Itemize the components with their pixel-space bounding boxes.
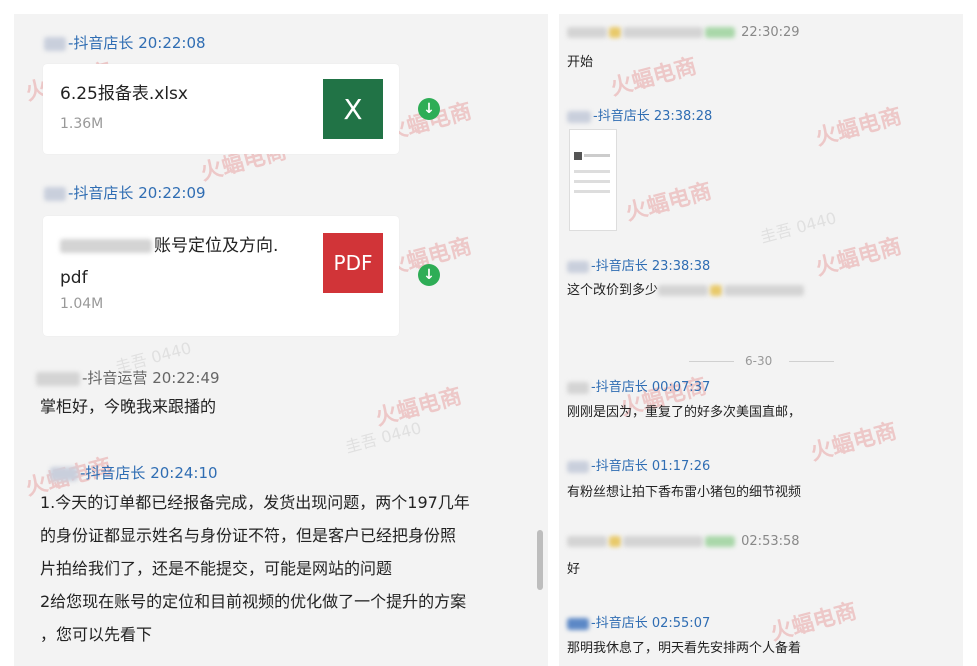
date-label: 6-30 (745, 354, 773, 368)
message-time: 00:07:37 (651, 380, 711, 395)
sender-name: -抖音店长 (593, 109, 650, 124)
message-time: 22:30:29 (741, 25, 800, 40)
message-header: 02:53:58 (567, 534, 800, 549)
sender-name: -抖音店长 (68, 184, 134, 202)
date-divider: 6-30 (689, 354, 839, 368)
file-name: 账号定位及方向. (60, 232, 278, 260)
download-icon[interactable]: ↓ (418, 98, 440, 120)
message-line: 1.今天的订单都已经报备完成，发货出现问题，两个197几年 (40, 493, 470, 512)
message-text: 刚刚是因为，重复了的好多次美国直邮， (567, 405, 802, 420)
sender-name: -抖音店长 (591, 616, 648, 631)
message-header: -抖音店长 23:38:28 (567, 105, 712, 124)
message-text: 开始 (567, 55, 594, 70)
watermark: 火蝠电商 (812, 103, 905, 151)
watermark: 火蝠电商 (812, 233, 905, 281)
message-line: ，您可以先看下 (40, 625, 153, 644)
message-time: 20:22:49 (152, 369, 220, 387)
sender-name: -抖音运营 (82, 369, 148, 387)
right-chat-panel: 火蝠电商 火蝠电商 火蝠电商 火蝠电商 火蝠电商 火蝠电商 火蝠电商 圭吾 04… (559, 14, 963, 666)
message-text: 这个改价到多少 (567, 279, 806, 298)
message-time: 02:55:07 (651, 616, 711, 631)
avatar (44, 186, 66, 201)
message-header: -抖音店长 20:24:10 (50, 462, 218, 483)
scrollbar[interactable] (537, 530, 543, 590)
message-time: 02:53:58 (741, 534, 800, 549)
message-header: -抖音店长 20:22:09 (44, 182, 206, 203)
message-header: -抖音店长 23:38:38 (567, 255, 710, 274)
message-header: -抖音店长 02:55:07 (567, 612, 710, 631)
sender-name: -抖音店长 (68, 34, 134, 52)
message-header: -抖音店长 20:22:08 (44, 32, 206, 53)
message-header: -抖音店长 00:07:37 (567, 376, 710, 395)
watermark: 火蝠电商 (372, 383, 465, 431)
message-time: 20:22:08 (138, 34, 206, 52)
left-chat-panel: 火蝠电商 火蝠电商 火蝠电商 火蝠电商 火蝠电商 火蝠电商 火蝠电商 圭吾 04… (14, 14, 548, 666)
file-size: 1.04M (60, 296, 104, 312)
message-text: 那明我休息了，明天看先安排两个人备着 (567, 641, 802, 656)
message-line: 片拍给我们了，还是不能提交，可能是网站的问题 (40, 559, 393, 578)
message-header: -抖音运营 20:22:49 (36, 367, 220, 388)
watermark: 圭吾 0440 (343, 418, 424, 457)
message-text: 好 (567, 562, 581, 577)
message-body: 1.今天的订单都已经报备完成，发货出现问题，两个197几年 的身份证都显示姓名与… (40, 486, 470, 651)
file-card-pdf[interactable]: 账号定位及方向. pdf 1.04M PDF (43, 216, 399, 336)
message-time: 23:38:28 (653, 109, 713, 124)
sender-name: -抖音店长 (591, 380, 648, 395)
avatar (50, 466, 78, 481)
watermark: 圭吾 0440 (758, 208, 839, 247)
message-text: 掌柜好，今晚我来跟播的 (40, 397, 217, 416)
message-time: 23:38:38 (651, 259, 711, 274)
message-time: 20:24:10 (150, 464, 218, 482)
message-time: 20:22:09 (138, 184, 206, 202)
watermark: 火蝠电商 (607, 53, 700, 101)
file-card-xlsx[interactable]: 6.25报备表.xlsx 1.36M X (43, 64, 399, 154)
download-icon[interactable]: ↓ (418, 264, 440, 286)
image-thumbnail[interactable] (569, 129, 617, 231)
message-text: 有粉丝想让拍下香布雷小猪包的细节视频 (567, 485, 802, 500)
message-line: 的身份证都显示姓名与身份证不符，但是客户已经把身份照 (40, 526, 457, 545)
message-time: 01:17:26 (651, 459, 711, 474)
excel-icon: X (323, 79, 383, 139)
file-name: 6.25报备表.xlsx (60, 84, 188, 104)
file-name-ext: pdf (60, 268, 88, 288)
message-header: -抖音店长 01:17:26 (567, 455, 710, 474)
message-line: 2给您现在账号的定位和目前视频的优化做了一个提升的方案 (40, 592, 467, 611)
avatar (44, 36, 66, 51)
message-header: 22:30:29 (567, 25, 800, 40)
avatar (36, 371, 80, 386)
file-size: 1.36M (60, 116, 104, 132)
watermark: 火蝠电商 (807, 418, 900, 466)
sender-name: -抖音店长 (591, 259, 648, 274)
sender-name: -抖音店长 (80, 464, 146, 482)
pdf-icon: PDF (323, 233, 383, 293)
sender-name: -抖音店长 (591, 459, 648, 474)
watermark: 火蝠电商 (622, 178, 715, 226)
